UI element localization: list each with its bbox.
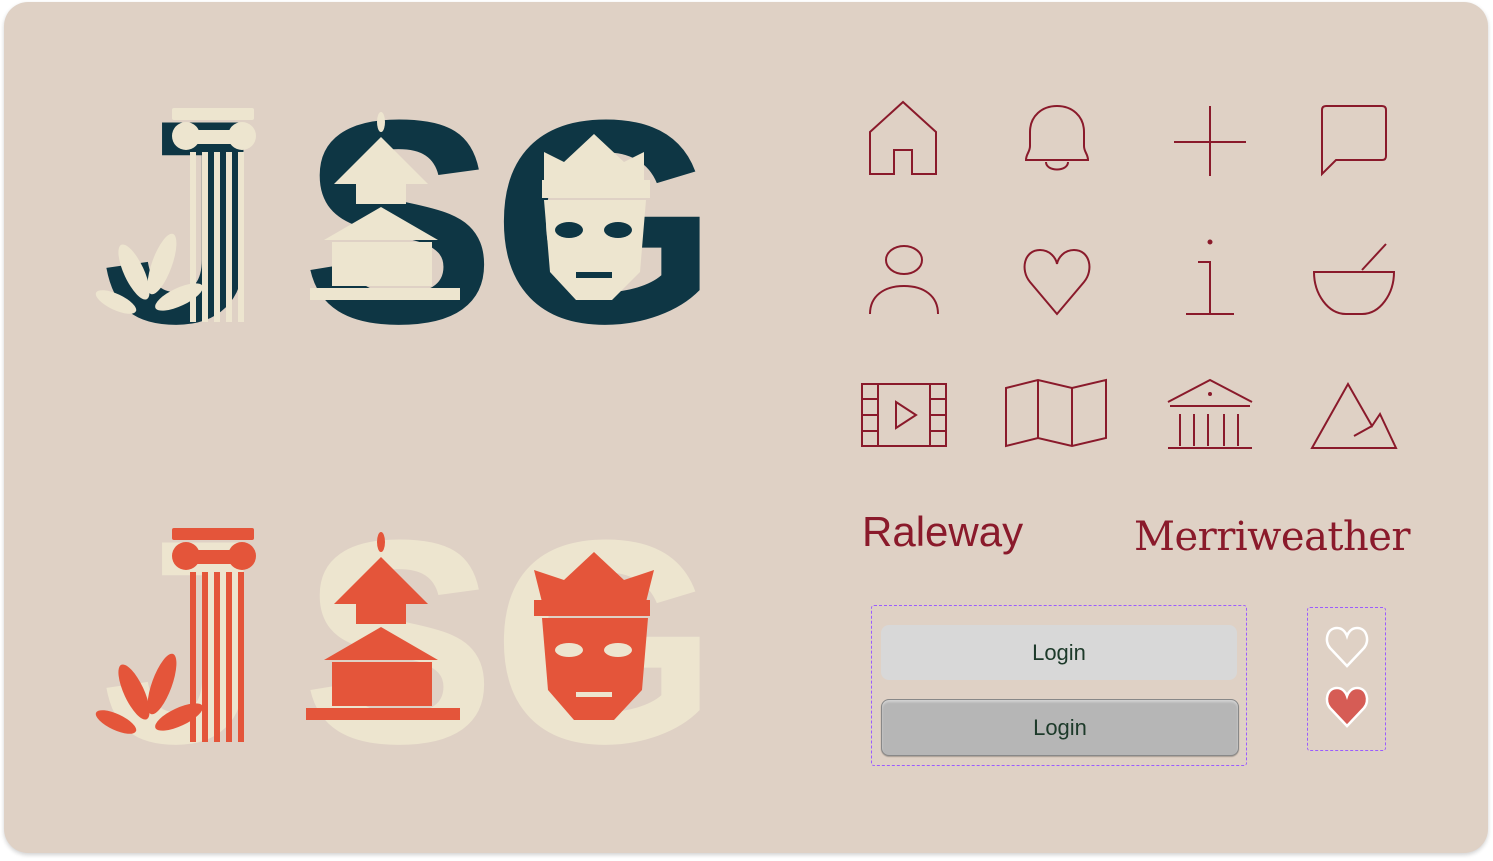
mountain-icon[interactable] bbox=[1310, 374, 1400, 454]
button-states-frame: Login Login bbox=[871, 605, 1247, 766]
bowl-icon[interactable] bbox=[1310, 238, 1400, 318]
login-button-flat[interactable]: Login bbox=[881, 625, 1237, 680]
film-icon[interactable] bbox=[860, 374, 950, 454]
museum-icon[interactable] bbox=[1166, 374, 1256, 454]
heart-icon[interactable] bbox=[1014, 238, 1104, 318]
login-button-raised[interactable]: Login bbox=[881, 699, 1239, 756]
chat-bubble-icon[interactable] bbox=[1310, 98, 1400, 178]
map-icon[interactable] bbox=[1004, 374, 1108, 454]
user-icon[interactable] bbox=[860, 238, 950, 318]
favorite-states-frame bbox=[1307, 607, 1386, 751]
font-sample-serif: Merriweather bbox=[1134, 514, 1411, 560]
logo-light: J S G bbox=[95, 480, 718, 780]
design-board: J S G bbox=[4, 2, 1488, 853]
home-icon[interactable] bbox=[860, 98, 950, 178]
heart-outline-icon[interactable] bbox=[1322, 622, 1372, 672]
logo-light-letter-s: S bbox=[302, 480, 495, 780]
plus-icon[interactable] bbox=[1166, 98, 1256, 178]
font-sample-sans: Raleway bbox=[862, 508, 1024, 555]
heart-filled-icon[interactable] bbox=[1322, 682, 1372, 732]
info-icon[interactable] bbox=[1166, 238, 1256, 318]
bell-icon[interactable] bbox=[1012, 98, 1102, 178]
logo-dark-letter-s: S bbox=[302, 60, 495, 362]
logo-dark: J S G bbox=[95, 60, 718, 362]
